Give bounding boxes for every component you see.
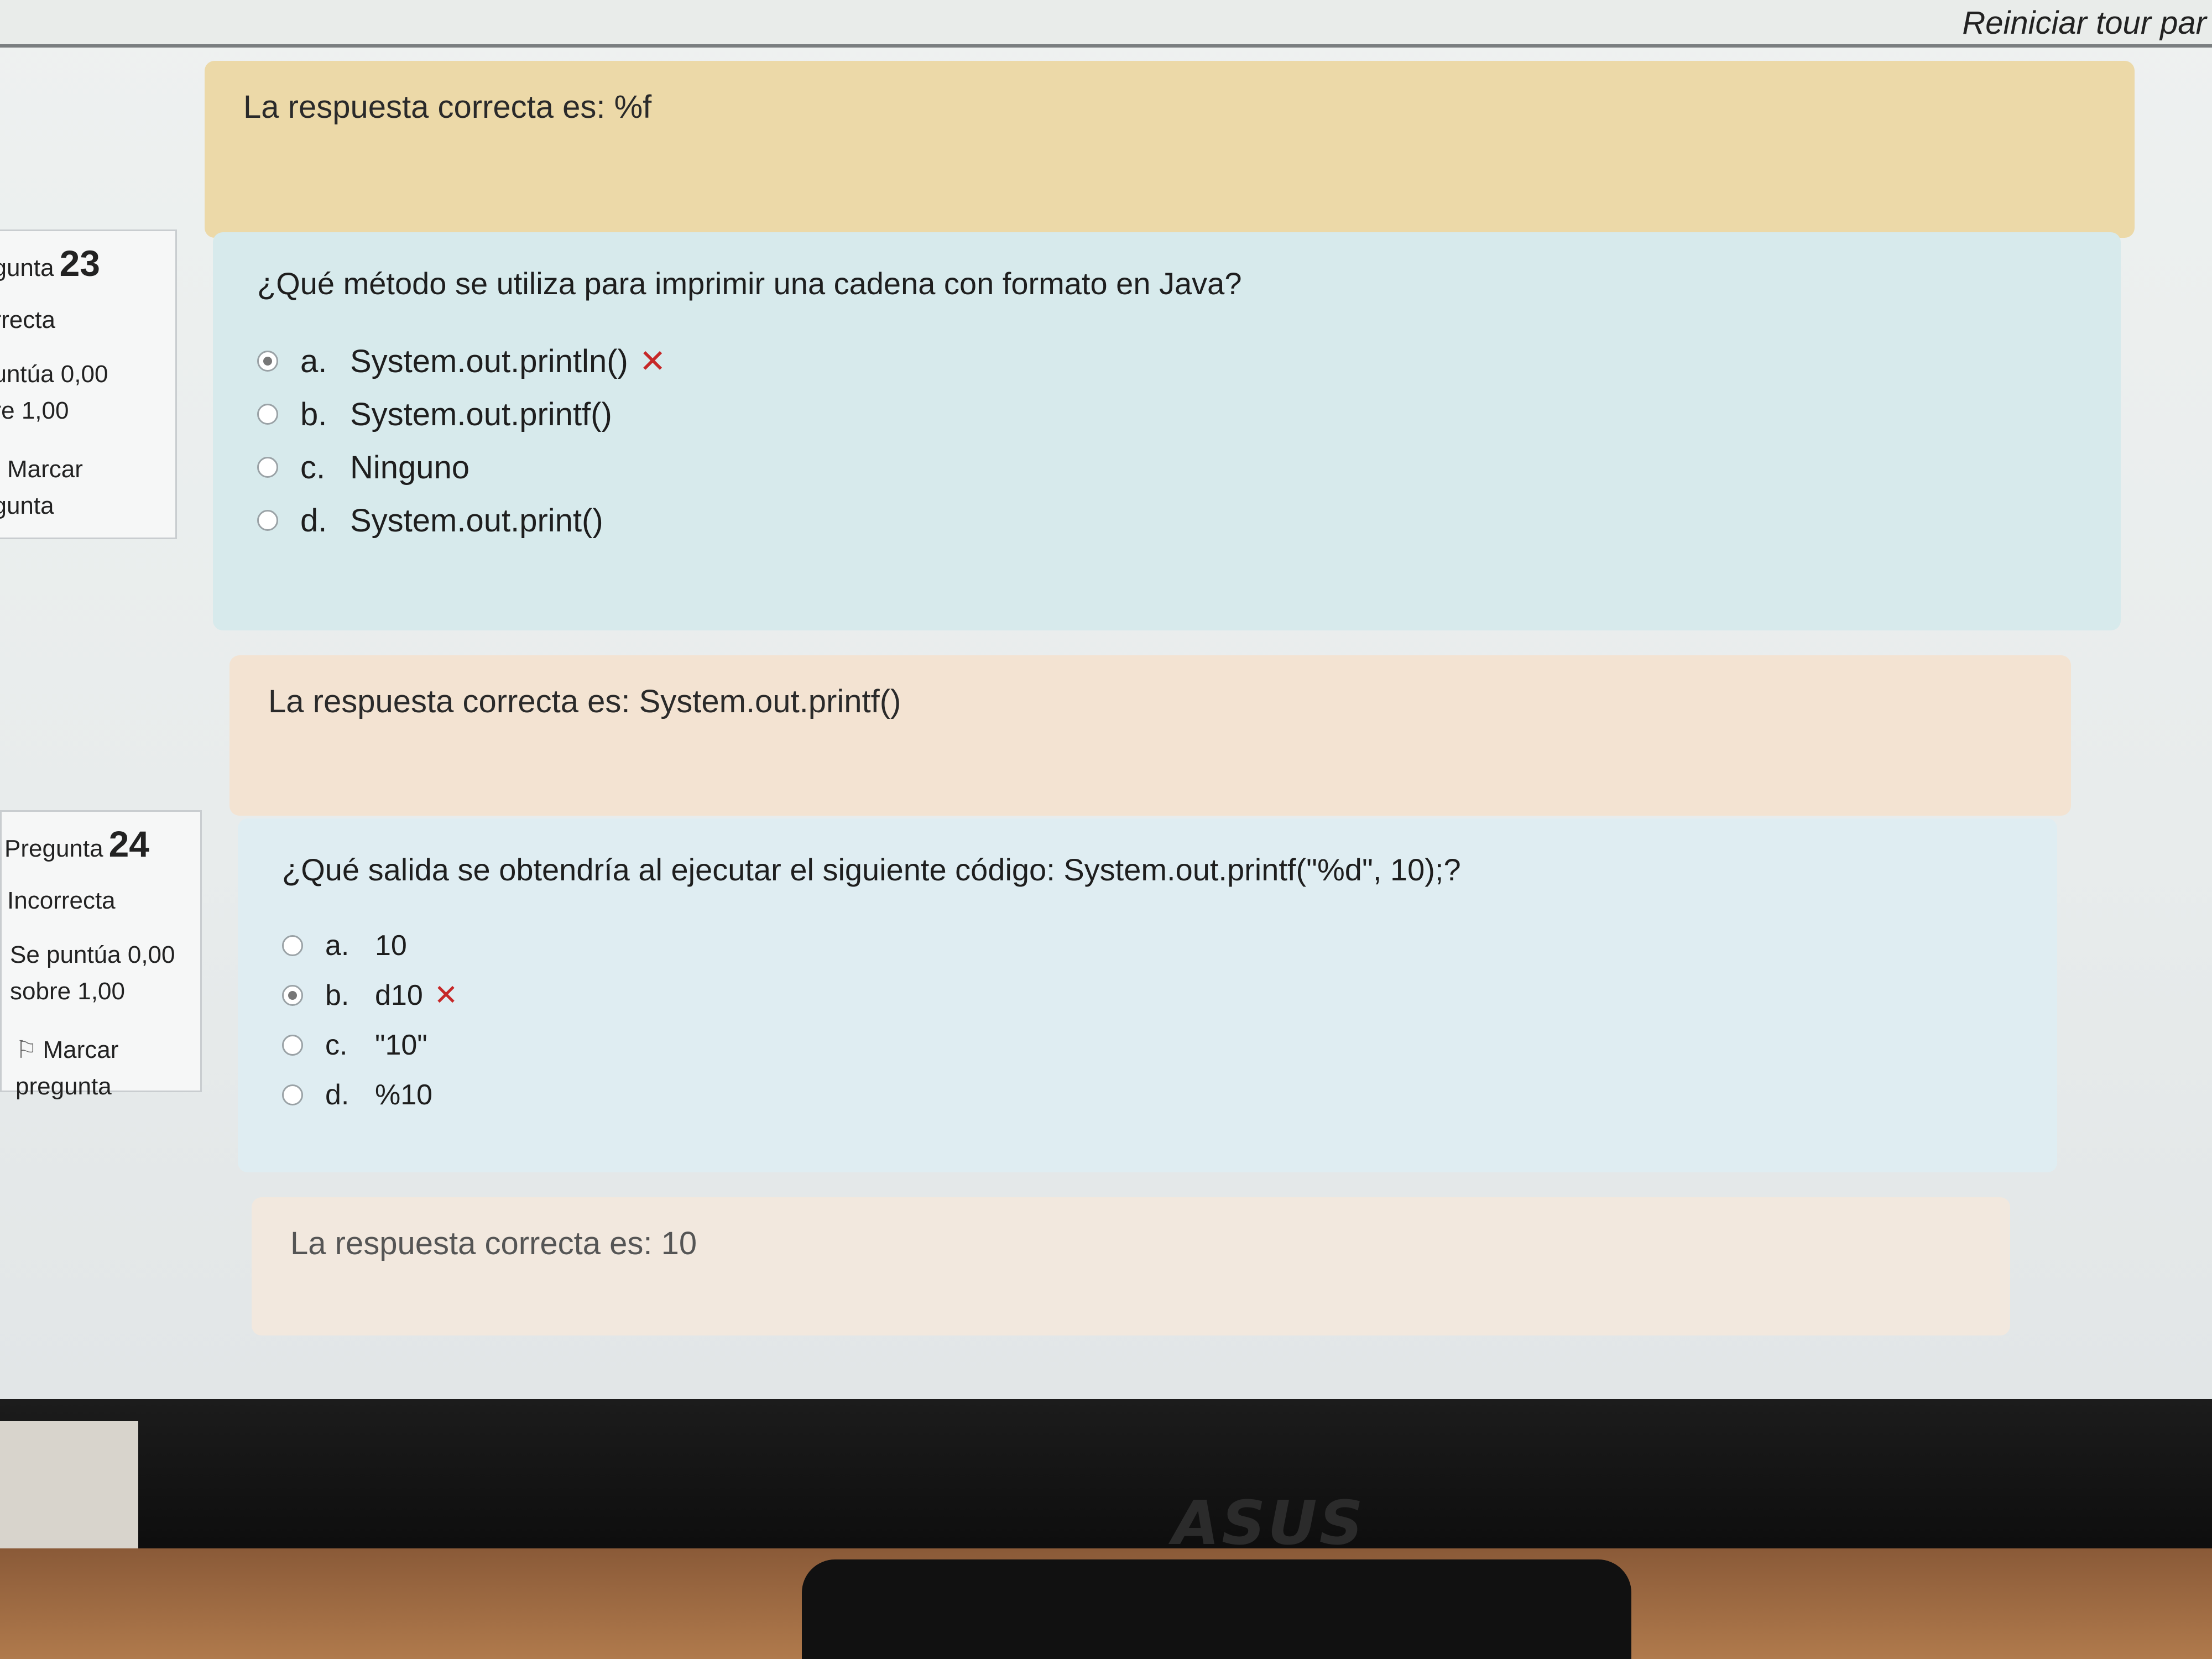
radio-button[interactable] xyxy=(282,1035,303,1056)
question-state: Incorrecta xyxy=(7,887,116,914)
question-24-feedback: La respuesta correcta es: 10 xyxy=(252,1197,2010,1335)
previous-question-feedback: La respuesta correcta es: %f xyxy=(205,61,2135,238)
question-text: ¿Qué salida se obtendría al ejecutar el … xyxy=(282,852,1461,887)
question-state: orrecta xyxy=(0,306,55,333)
radio-button[interactable] xyxy=(257,457,278,478)
radio-button[interactable] xyxy=(282,935,303,956)
monitor-stand xyxy=(802,1559,1631,1659)
answer-option-c[interactable]: c. "10" xyxy=(282,1020,2013,1070)
answer-option-d[interactable]: d. %10 xyxy=(282,1070,2013,1120)
paper-note xyxy=(0,1421,138,1554)
question-number: 24 xyxy=(108,823,149,864)
feedback-text: La respuesta correcta es: %f xyxy=(243,89,652,125)
radio-button[interactable] xyxy=(282,1084,303,1105)
question-text: ¿Qué método se utiliza para imprimir una… xyxy=(257,266,1242,301)
answer-option-a[interactable]: a. System.out.println() ✕ xyxy=(257,335,2077,388)
radio-button[interactable] xyxy=(257,510,278,531)
answer-option-b[interactable]: b. d10 ✕ xyxy=(282,971,2013,1020)
radio-button[interactable] xyxy=(257,404,278,425)
flag-icon: ⚐ xyxy=(15,1036,38,1063)
cross-icon: ✕ xyxy=(434,979,458,1011)
flag-question-link[interactable]: ⚐ Marcar pregunta xyxy=(2,1032,200,1105)
feedback-text: La respuesta correcta es: 10 xyxy=(290,1225,697,1261)
question-grade: Se puntúa 0,00 sobre 1,00 xyxy=(10,941,175,1005)
question-23-feedback: La respuesta correcta es: System.out.pri… xyxy=(229,655,2071,816)
monitor-bezel xyxy=(0,1399,2212,1565)
top-bar: Reiniciar tour par xyxy=(0,0,2212,48)
radio-button[interactable] xyxy=(257,351,278,372)
answer-option-b[interactable]: b. System.out.printf() xyxy=(257,388,2077,441)
monitor-brand-logo: ASUS xyxy=(1172,1488,1365,1558)
answer-option-c[interactable]: c. Ninguno xyxy=(257,441,2077,494)
screen: Reiniciar tour par La respuesta correcta… xyxy=(0,0,2212,1399)
restart-tour-link[interactable]: Reiniciar tour par xyxy=(1962,4,2206,41)
question-24: ¿Qué salida se obtendría al ejecutar el … xyxy=(238,818,2057,1172)
question-grade: puntúa 0,00 bre 1,00 xyxy=(0,361,108,424)
feedback-text: La respuesta correcta es: System.out.pri… xyxy=(268,684,901,719)
cross-icon: ✕ xyxy=(639,343,666,379)
answer-option-a[interactable]: a. 10 xyxy=(282,921,2013,971)
flag-question-link[interactable]: Marcar egunta xyxy=(0,451,175,524)
answer-option-d[interactable]: d. System.out.print() xyxy=(257,494,2077,547)
question-info-23: egunta23 orrecta puntúa 0,00 bre 1,00 Ma… xyxy=(0,229,177,539)
question-label: egunta xyxy=(0,254,54,281)
question-label: Pregunta xyxy=(4,835,103,862)
radio-button[interactable] xyxy=(282,985,303,1006)
question-23: ¿Qué método se utiliza para imprimir una… xyxy=(213,232,2121,630)
question-info-24: Pregunta 24 Incorrecta Se puntúa 0,00 sob… xyxy=(0,810,202,1100)
question-number: 23 xyxy=(59,243,100,284)
